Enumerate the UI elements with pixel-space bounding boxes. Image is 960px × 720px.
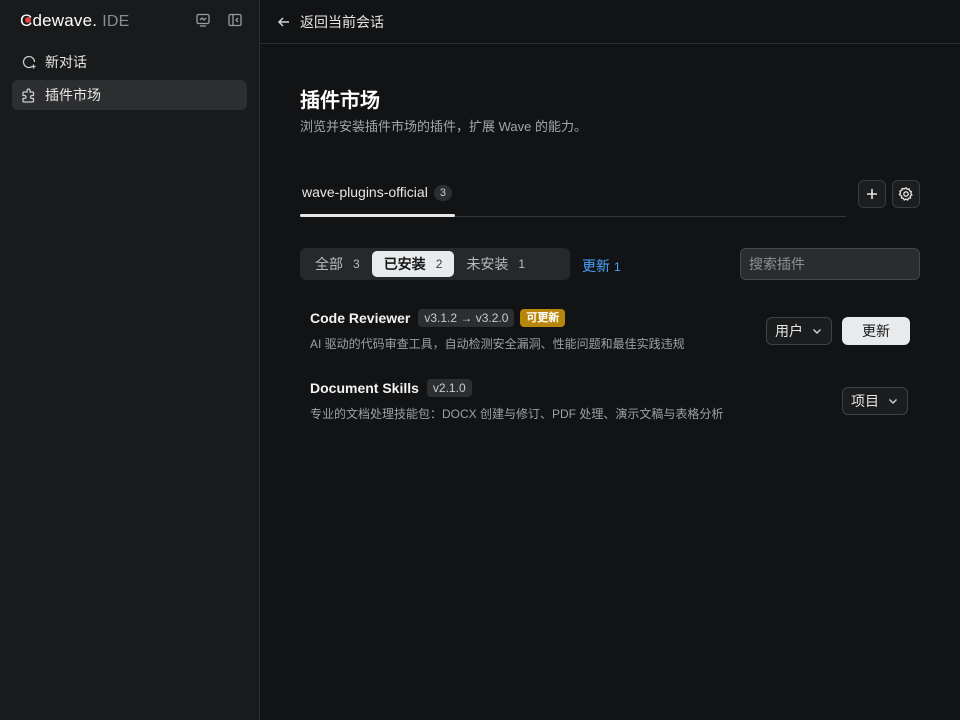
plugin-name: Code Reviewer xyxy=(310,310,411,326)
sidebar-item-label: 新对话 xyxy=(45,54,87,70)
chevron-down-icon xyxy=(811,325,823,337)
scope-select-document-skills[interactable]: 项目 xyxy=(842,387,908,415)
chevron-down-icon xyxy=(887,395,899,407)
tab-count-badge: 3 xyxy=(433,185,452,201)
filter-label: 已安装 xyxy=(383,256,426,272)
filter-count: 3 xyxy=(353,257,360,271)
search-input[interactable] xyxy=(740,248,920,280)
collapse-sidebar-icon[interactable] xyxy=(227,12,243,28)
plus-icon xyxy=(864,186,880,202)
install-filter-segmented: 全部 3 已安装 2 未安装 1 xyxy=(300,248,570,280)
page-title: 插件市场 xyxy=(300,90,380,112)
sidebar-item-plugin-market[interactable]: 插件市场 xyxy=(12,80,247,110)
brand-logo-dot xyxy=(25,17,31,23)
scope-value: 项目 xyxy=(851,393,879,409)
updates-label: 更新 xyxy=(582,258,610,274)
plugin-version: v3.1.2 → v3.2.0 xyxy=(418,309,515,327)
plugin-version: v2.1.0 xyxy=(426,379,472,397)
arrow-left-icon xyxy=(276,14,292,30)
plugin-name: Document Skills xyxy=(310,380,419,396)
back-label: 返回当前会话 xyxy=(300,13,384,30)
filter-label: 全部 xyxy=(315,256,343,272)
scope-value: 用户 xyxy=(775,323,803,339)
update-button[interactable]: 更新 xyxy=(842,317,910,345)
filter-all[interactable]: 全部 3 xyxy=(303,251,372,277)
sidebar-item-label: 插件市场 xyxy=(45,87,101,103)
filter-count: 1 xyxy=(518,257,526,271)
tab-wave-plugins-official[interactable]: wave-plugins-official 3 xyxy=(300,184,452,218)
back-to-session-button[interactable]: 返回当前会话 xyxy=(260,0,960,44)
plugin-icon xyxy=(21,87,37,103)
new-chat-icon xyxy=(21,54,37,70)
updates-filter-link[interactable]: 更新 1 xyxy=(582,256,621,276)
page-subtitle: 浏览并安装插件市场的插件，扩展 Wave 的能力。 xyxy=(300,119,587,134)
brand-logo-word: dewave. xyxy=(32,11,98,30)
filter-label: 未安装 xyxy=(466,256,509,272)
tab-label: wave-plugins-official xyxy=(302,184,428,200)
brand-logo: Cdewave.IDE xyxy=(20,11,129,31)
sidebar: Cdewave.IDE 新对话 插件市场 xyxy=(0,0,260,720)
plugin-description: 专业的文档处理技能包：DOCX 创建与修订、PDF 处理、演示文稿与表格分析 xyxy=(310,407,724,422)
marketplace-settings-button[interactable] xyxy=(892,180,920,208)
add-marketplace-button[interactable] xyxy=(858,180,886,208)
filter-installed[interactable]: 已安装 2 xyxy=(371,251,455,277)
updates-count: 1 xyxy=(614,260,621,274)
plugin-item-document-skills: Document Skills v2.1.0 专业的文档处理技能包：DOCX 创建… xyxy=(310,379,920,422)
scope-select-code-reviewer[interactable]: 用户 xyxy=(766,317,832,345)
active-tab-indicator xyxy=(300,214,455,217)
gear-icon xyxy=(898,186,914,202)
filter-count: 2 xyxy=(435,257,443,271)
filter-not-installed[interactable]: 未安装 1 xyxy=(454,251,537,277)
monitor-icon[interactable] xyxy=(195,12,211,28)
brand-logo-c: C xyxy=(20,11,32,31)
update-available-badge: 可更新 xyxy=(520,309,566,327)
brand-logo-ide: IDE xyxy=(102,13,130,30)
app-window: Cdewave.IDE 新对话 插件市场 返回当前会话 插件市场 浏览并安装插件 xyxy=(0,0,960,720)
sidebar-item-new-chat[interactable]: 新对话 xyxy=(12,47,247,77)
